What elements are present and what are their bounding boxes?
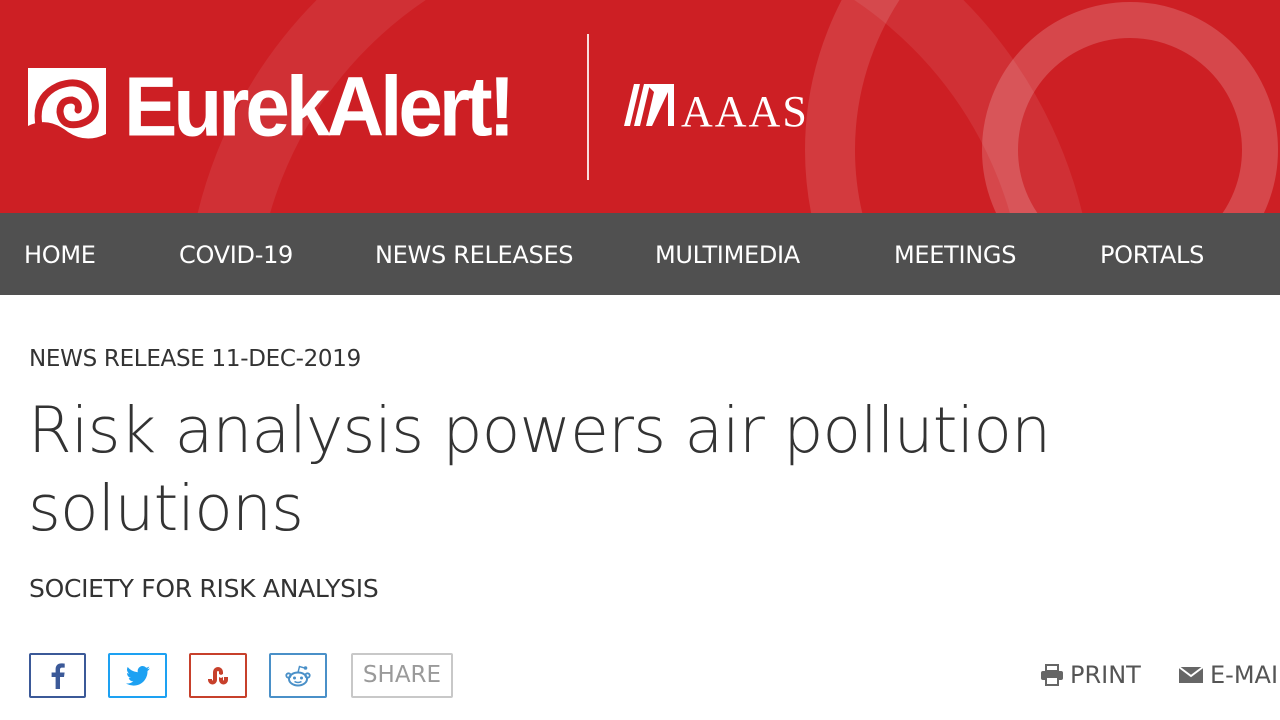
share-button[interactable]: SHARE (351, 653, 453, 698)
nav-item-home[interactable]: HOME (24, 213, 96, 295)
article-title: Risk analysis powers air pollution solut… (28, 394, 1051, 545)
facebook-share-button[interactable] (29, 653, 86, 698)
stumbleupon-share-button[interactable] (189, 653, 247, 698)
reddit-share-button[interactable] (269, 653, 327, 698)
nav-item-meetings[interactable]: MEETINGS (894, 213, 1016, 295)
email-label: E-MAIL (1210, 661, 1280, 689)
eurekalert-logo-icon[interactable] (28, 68, 106, 146)
facebook-icon (51, 662, 65, 689)
reddit-icon (285, 665, 311, 686)
email-icon (1178, 666, 1204, 683)
print-icon (1041, 664, 1063, 686)
aaas-logo-icon[interactable] (624, 84, 674, 126)
aaas-logo-text[interactable]: AAAS (681, 88, 809, 136)
brand-logo-text[interactable]: EurekAlert! (124, 56, 515, 158)
print-label: PRINT (1070, 661, 1141, 689)
release-kicker: NEWS RELEASE 11-DEC-2019 (29, 346, 361, 372)
site-header: EurekAlert! AAAS (0, 0, 1280, 213)
twitter-share-button[interactable] (108, 653, 167, 698)
nav-item-news-releases[interactable]: NEWS RELEASES (375, 213, 574, 295)
nav-item-multimedia[interactable]: MULTIMEDIA (655, 213, 800, 295)
stumbleupon-icon (208, 666, 228, 684)
nav-item-covid-19[interactable]: COVID-19 (179, 213, 293, 295)
twitter-icon (125, 665, 150, 686)
print-button[interactable]: PRINT (1040, 657, 1141, 693)
email-button[interactable]: E-MAIL (1178, 657, 1280, 693)
release-source[interactable]: SOCIETY FOR RISK ANALYSIS (29, 574, 379, 603)
main-nav: HOME COVID-19 NEWS RELEASES MULTIMEDIA M… (0, 213, 1280, 295)
nav-item-portals[interactable]: PORTALS (1100, 213, 1204, 295)
header-divider (587, 34, 589, 180)
